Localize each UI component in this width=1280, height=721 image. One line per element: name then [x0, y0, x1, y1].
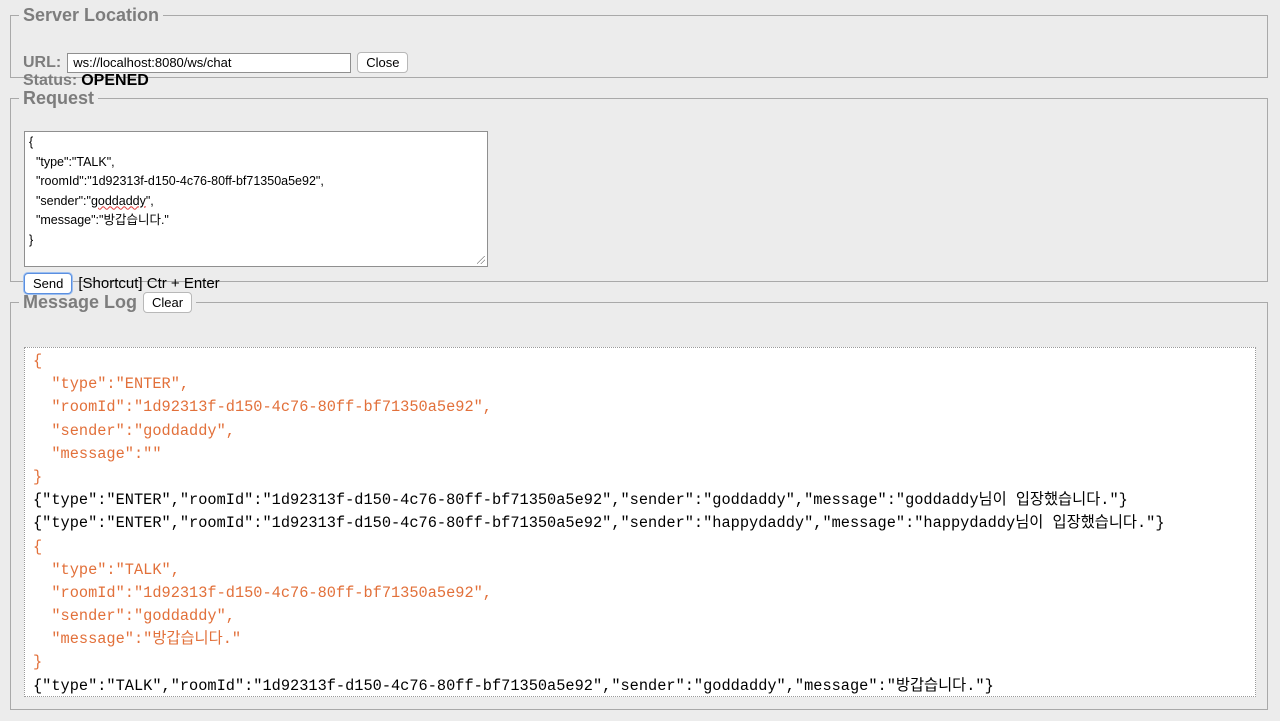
- request-sender-word: goddaddy: [90, 193, 146, 208]
- log-line-received: {"type":"ENTER","roomId":"1d92313f-d150-…: [33, 491, 1128, 510]
- log-line-sent: {: [33, 352, 43, 370]
- request-sender-tail: ",: [145, 193, 154, 208]
- shortcut-hint: [Shortcut] Ctr + Enter: [78, 275, 220, 292]
- send-button[interactable]: Send: [24, 273, 73, 294]
- log-line-sent: "sender":"goddaddy",: [33, 421, 235, 440]
- log-line-sent: }: [33, 653, 43, 672]
- log-line-sent: "type":"ENTER",: [33, 375, 190, 394]
- clear-button[interactable]: Clear: [143, 292, 193, 313]
- request-line: "type":"TALK",: [29, 154, 115, 169]
- log-line-received: {"type":"ENTER","roomId":"1d92313f-d150-…: [33, 514, 1165, 533]
- request-line: {: [29, 135, 34, 149]
- log-line-sent: "message":"방갑습니다.": [33, 630, 242, 649]
- log-line-sent: "roomId":"1d92313f-d150-4c76-80ff-bf7135…: [33, 583, 492, 602]
- log-line-sent: }: [33, 467, 43, 486]
- server-location-legend: Server Location: [19, 5, 163, 26]
- log-line-sent: "type":"TALK",: [33, 560, 180, 579]
- request-line: "roomId":"1d92313f-d150-4c76-80ff-bf7135…: [29, 174, 324, 188]
- log-line-sent: {: [33, 537, 43, 556]
- request-panel: Request { "type":"TALK", "roomId":"1d923…: [10, 88, 1268, 294]
- request-line: "sender":"goddaddy",: [29, 192, 483, 212]
- log-line-sent: "roomId":"1d92313f-d150-4c76-80ff-bf7135…: [33, 398, 492, 417]
- server-location-panel: Server Location URL: Close Status: OPENE…: [10, 5, 1268, 89]
- request-textarea[interactable]: { "type":"TALK", "roomId":"1d92313f-d150…: [24, 131, 488, 267]
- close-button[interactable]: Close: [357, 52, 409, 73]
- log-line-sent: "message":"": [33, 444, 162, 463]
- log-line-received: {"type":"TALK","roomId":"1d92313f-d150-4…: [33, 676, 994, 695]
- message-log-title: Message Log: [23, 292, 138, 312]
- message-log-panel: Message Log Clear { "type":"ENTER", "roo…: [10, 292, 1268, 710]
- server-location-title: Server Location: [23, 5, 160, 25]
- request-line: "message":"방갑습니다.": [29, 213, 169, 227]
- request-sender-prefix: "sender":": [29, 193, 91, 208]
- request-line: }: [29, 232, 34, 247]
- textarea-resize-handle[interactable]: [477, 256, 485, 264]
- log-line-sent: "sender":"goddaddy",: [33, 607, 235, 626]
- request-title: Request: [23, 88, 95, 108]
- send-row: Send [Shortcut] Ctr + Enter: [24, 273, 220, 294]
- message-log-output[interactable]: { "type":"ENTER", "roomId":"1d92313f-d15…: [24, 347, 1256, 697]
- url-label: URL:: [23, 53, 62, 71]
- url-input[interactable]: [67, 52, 352, 73]
- url-row: URL: Close: [23, 52, 409, 73]
- request-legend: Request: [19, 88, 98, 109]
- message-log-legend: Message Log Clear: [19, 292, 196, 313]
